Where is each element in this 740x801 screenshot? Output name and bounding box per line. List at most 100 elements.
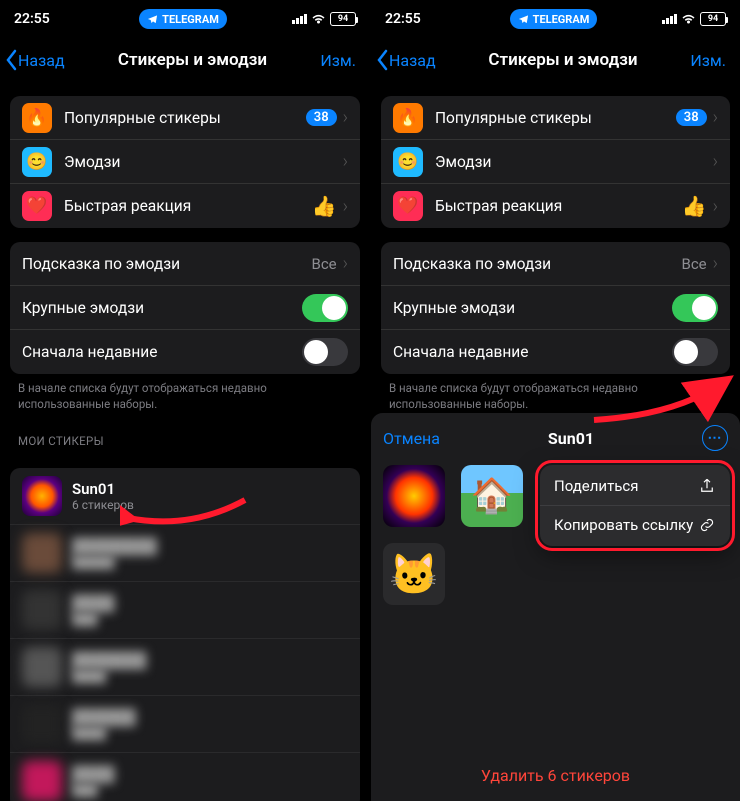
row-label: Популярные стикеры <box>435 109 676 127</box>
signal-icon <box>662 14 677 24</box>
section-trending: 🔥 Популярные стикеры 38 › 😊 Эмодзи › ❤️ … <box>381 96 730 228</box>
row-quick-reaction[interactable]: ❤️ Быстрая реакция 👍 › <box>10 184 360 228</box>
row-recent-first[interactable]: Сначала недавние <box>381 330 730 374</box>
row-recent-first[interactable]: Сначала недавние <box>10 330 360 374</box>
copy-link-button[interactable]: Копировать ссылку <box>540 506 730 544</box>
toggle-large-emoji[interactable] <box>302 294 348 322</box>
wifi-icon <box>681 13 696 25</box>
section-footer-note: В начале списка будут отображаться недав… <box>371 374 740 412</box>
back-button[interactable]: Назад <box>375 49 436 71</box>
row-label: Сначала недавние <box>22 343 302 361</box>
chevron-right-icon: › <box>713 151 718 172</box>
page-title: Стикеры и эмодзи <box>118 50 267 70</box>
battery-icon: 94 <box>330 12 356 26</box>
sticker-grid: 🐱 <box>383 465 543 605</box>
telegram-pill[interactable]: TELEGRAM <box>139 9 227 29</box>
row-label: Быстрая реакция <box>64 197 312 215</box>
chevron-left-icon <box>375 49 389 71</box>
row-suggest-emoji[interactable]: Подсказка по эмодзи Все › <box>10 242 360 286</box>
sticker-item[interactable] <box>383 465 445 527</box>
thumbs-up-icon: 👍 <box>682 194 707 218</box>
sticker-pack-item[interactable]: ██████████ <box>10 696 360 753</box>
status-time: 22:55 <box>14 11 74 27</box>
chevron-right-icon: › <box>713 253 718 274</box>
back-label: Назад <box>389 51 436 70</box>
settings-pane-right: 22:55 TELEGRAM 94 Назад Стикеры и эмодзи… <box>370 0 740 801</box>
sticker-pack-item[interactable]: ███████ <box>10 753 360 801</box>
row-emoji[interactable]: 😊 Эмодзи › <box>10 140 360 184</box>
row-large-emoji[interactable]: Крупные эмодзи <box>10 286 360 330</box>
delete-stickers-button[interactable]: Удалить 6 стикеров <box>371 754 740 801</box>
sticker-item[interactable] <box>461 465 523 527</box>
ctx-label: Копировать ссылку <box>554 516 693 534</box>
sticker-pack-sun01[interactable]: Sun01 6 стикеров <box>10 468 360 525</box>
row-label: Эмодзи <box>435 153 713 171</box>
page-title: Стикеры и эмодзи <box>488 50 637 70</box>
row-trending-stickers[interactable]: 🔥 Популярные стикеры 38 › <box>381 96 730 140</box>
telegram-pill[interactable]: TELEGRAM <box>510 9 598 29</box>
status-bar: 22:55 TELEGRAM 94 <box>371 0 740 38</box>
telegram-icon <box>518 14 529 25</box>
chevron-right-icon: › <box>713 107 718 128</box>
row-label: Популярные стикеры <box>64 109 306 127</box>
toggle-recent-first[interactable] <box>672 338 718 366</box>
battery-level: 94 <box>338 14 348 24</box>
sticker-pack-item[interactable]: ███████████ <box>10 639 360 696</box>
row-value: Все <box>311 255 336 273</box>
edit-button[interactable]: Изм. <box>690 51 732 70</box>
share-button[interactable]: Поделиться <box>540 467 730 506</box>
row-label: Крупные эмодзи <box>22 299 302 317</box>
ctx-label: Поделиться <box>554 477 639 495</box>
sticker-pack-item[interactable]: █████████████ <box>10 525 360 582</box>
edit-button[interactable]: Изм. <box>320 51 362 70</box>
row-quick-reaction[interactable]: ❤️ Быстрая реакция 👍 › <box>381 184 730 228</box>
row-label: Подсказка по эмодзи <box>22 255 311 273</box>
trending-badge: 38 <box>676 109 707 126</box>
row-label: Эмодзи <box>64 153 343 171</box>
toggle-recent-first[interactable] <box>302 338 348 366</box>
fire-icon: 🔥 <box>393 103 423 133</box>
sun01-thumb <box>22 476 62 516</box>
chevron-left-icon <box>4 49 18 71</box>
section-emoji-settings: Подсказка по эмодзи Все › Крупные эмодзи… <box>381 242 730 374</box>
emoji-icon: 😊 <box>393 147 423 177</box>
chevron-right-icon: › <box>343 253 348 274</box>
fire-icon: 🔥 <box>22 103 52 133</box>
more-button[interactable]: ⋯ <box>702 425 728 451</box>
settings-pane-left: 22:55 TELEGRAM 94 Назад Стикеры и эмодзи… <box>0 0 370 801</box>
battery-level: 94 <box>708 14 718 24</box>
thumbs-up-icon: 👍 <box>312 194 337 218</box>
share-icon <box>698 477 716 495</box>
telegram-pill-label: TELEGRAM <box>533 13 590 26</box>
section-emoji-settings: Подсказка по эмодзи Все › Крупные эмодзи… <box>10 242 360 374</box>
status-time: 22:55 <box>385 11 445 27</box>
row-large-emoji[interactable]: Крупные эмодзи <box>381 286 730 330</box>
sticker-item[interactable]: 🐱 <box>383 543 445 605</box>
chevron-right-icon: › <box>343 151 348 172</box>
sticker-sheet: Отмена Sun01 ⋯ 🐱 Поделиться Копировать с… <box>371 413 740 801</box>
nav-header: Назад Стикеры и эмодзи Изм. <box>371 38 740 82</box>
row-value: Все <box>681 255 706 273</box>
section-footer-note: В начале списка будут отображаться недав… <box>0 374 370 412</box>
row-label: Сначала недавние <box>393 343 672 361</box>
cancel-button[interactable]: Отмена <box>383 429 440 448</box>
row-emoji[interactable]: 😊 Эмодзи › <box>381 140 730 184</box>
heart-icon: ❤️ <box>22 191 52 221</box>
pack-name: Sun01 <box>72 480 134 498</box>
battery-icon: 94 <box>700 12 726 26</box>
pack-count: 6 стикеров <box>72 498 134 512</box>
chevron-right-icon: › <box>713 196 718 217</box>
trending-badge: 38 <box>306 109 337 126</box>
section-my-stickers: Sun01 6 стикеров █████████████ ███████ █… <box>10 468 360 801</box>
row-suggest-emoji[interactable]: Подсказка по эмодзи Все › <box>381 242 730 286</box>
link-icon <box>698 516 716 534</box>
row-label: Подсказка по эмодзи <box>393 255 681 273</box>
section-trending: 🔥 Популярные стикеры 38 › 😊 Эмодзи › ❤️ … <box>10 96 360 228</box>
chevron-right-icon: › <box>343 107 348 128</box>
row-label: Быстрая реакция <box>435 197 682 215</box>
wifi-icon <box>311 13 326 25</box>
row-trending-stickers[interactable]: 🔥 Популярные стикеры 38 › <box>10 96 360 140</box>
back-button[interactable]: Назад <box>4 49 65 71</box>
toggle-large-emoji[interactable] <box>672 294 718 322</box>
sticker-pack-item[interactable]: ███████ <box>10 582 360 639</box>
